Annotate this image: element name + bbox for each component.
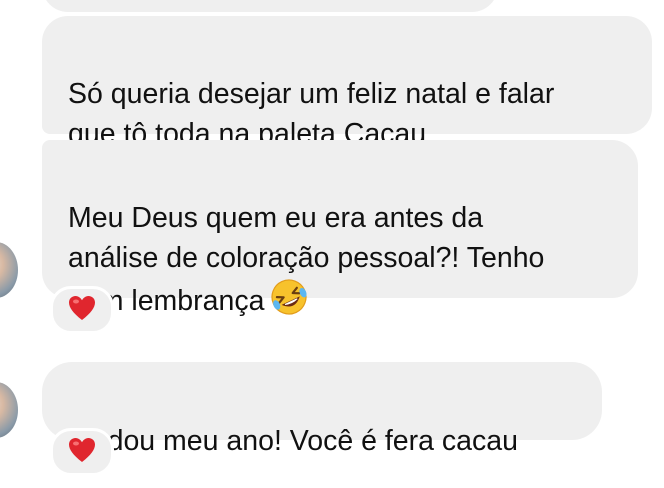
message-bubble-previous[interactable] bbox=[42, 0, 498, 12]
reaction-badge[interactable] bbox=[50, 428, 114, 476]
message-bubble[interactable]: Meu Deus quem eu era antes da análise de… bbox=[42, 140, 638, 317]
message-text: Mudou meu ano! Você é fera cacau bbox=[68, 425, 518, 457]
reaction-badge[interactable] bbox=[50, 286, 114, 334]
message-bubble[interactable]: Mudou meu ano! Você é fera cacau bbox=[42, 362, 602, 457]
red-heart-icon bbox=[68, 295, 96, 326]
avatar[interactable] bbox=[0, 242, 18, 298]
message-bubble[interactable]: Só queria desejar um feliz natal e falar… bbox=[42, 16, 652, 150]
red-heart-icon bbox=[68, 437, 96, 468]
rolling-on-floor-laughing-icon bbox=[270, 278, 308, 327]
avatar[interactable] bbox=[0, 382, 18, 438]
